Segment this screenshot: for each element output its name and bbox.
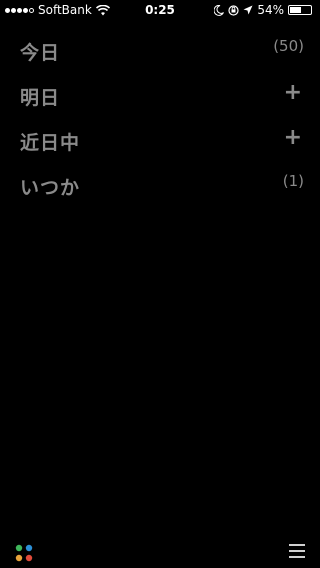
status-right: 54% [214,3,312,17]
list-item-someday[interactable]: いつか (1) [0,161,320,206]
list-item-today[interactable]: 今日 (50) [0,26,320,71]
battery-wrapper [288,5,312,15]
category-list: 今日 (50) 明日 + 近日中 + いつか (1) [0,26,320,206]
list-item-label: 今日 [20,42,61,64]
list-item-tomorrow[interactable]: 明日 + [0,71,320,116]
location-arrow-icon [243,5,253,15]
battery-percent: 54% [257,3,284,17]
list-item-label: 明日 [20,87,61,109]
app-logo-icon[interactable] [14,543,34,563]
list-item-count: (1) [282,172,304,190]
battery-fill [290,7,301,13]
list-item-label: いつか [20,177,81,199]
moon-icon [214,4,225,16]
menu-line [289,544,305,546]
menu-line [289,556,305,558]
menu-icon[interactable] [289,544,305,558]
list-item-count: (50) [273,37,304,55]
list-item-soon[interactable]: 近日中 + [0,116,320,161]
status-bar: SoftBank 0:25 54% [0,0,320,20]
add-button[interactable]: + [284,80,302,105]
menu-line [289,550,305,552]
add-button[interactable]: + [284,125,302,150]
list-item-label: 近日中 [20,132,81,154]
battery-icon [288,5,312,15]
rotation-lock-icon [228,4,239,16]
